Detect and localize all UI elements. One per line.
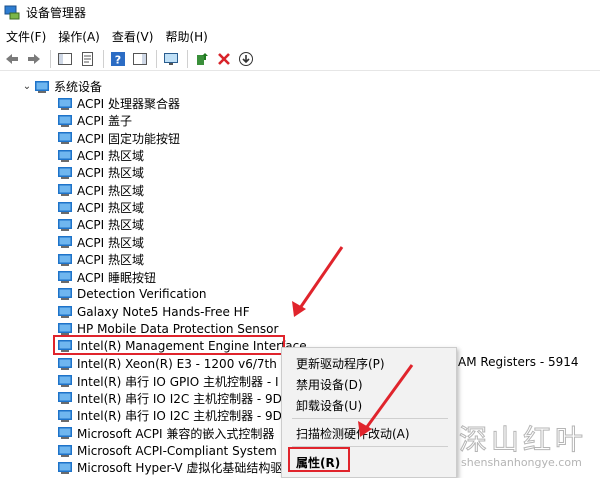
watermark: 深山红叶 shenshanhongye.com — [455, 418, 600, 478]
annotation-arrow-lower — [362, 364, 414, 432]
annotation-arrows — [292, 246, 414, 437]
watermark-text: 深山红叶 — [458, 423, 588, 457]
annotation-arrow-upper — [296, 246, 344, 312]
watermark-subtext: shenshanhongye.com — [461, 456, 582, 469]
